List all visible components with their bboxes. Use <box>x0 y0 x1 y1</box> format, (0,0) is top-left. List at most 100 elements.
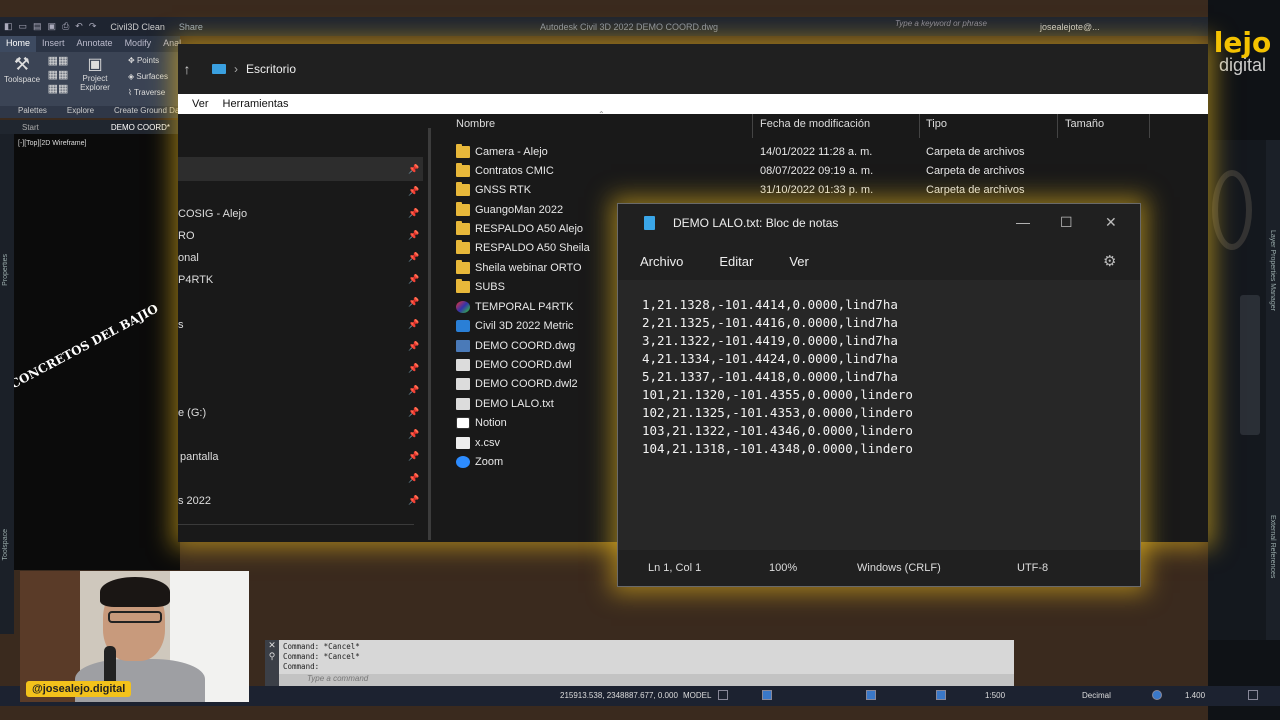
address-bar[interactable]: ↑ › Escritorio <box>178 44 1208 94</box>
command-line-handle[interactable]: ✕ ⚲ <box>265 640 279 686</box>
column-header-date[interactable]: Fecha de modificación <box>760 118 870 130</box>
menu-ver[interactable]: Ver <box>789 254 809 269</box>
user-account[interactable]: josealejote@... <box>1040 22 1100 32</box>
gear-icon[interactable]: ⚙ <box>1103 252 1116 270</box>
nav-item[interactable]: RO 📌 <box>178 227 423 247</box>
open-icon[interactable]: ▤ <box>33 21 42 32</box>
close-icon[interactable]: ✕ <box>1105 214 1117 231</box>
viewcube-icon[interactable] <box>1212 170 1252 250</box>
nav-item[interactable]: e (G:) 📌 <box>178 404 423 424</box>
fullscreen-icon[interactable] <box>1248 690 1258 700</box>
project-explorer-button[interactable]: ▣ Project Explorer <box>78 54 112 92</box>
nav-item[interactable]: 📌 <box>178 161 423 181</box>
surfaces-button[interactable]: ◈ Surfaces <box>128 72 168 81</box>
folder-icon <box>456 260 470 274</box>
redo-icon[interactable]: ↷ <box>89 21 97 32</box>
nav-item[interactable]: s 📌 <box>178 316 423 336</box>
toolspace-palette-tab[interactable]: Toolspace <box>2 529 9 561</box>
isolate-objects-icon[interactable] <box>1152 690 1162 700</box>
up-arrow-icon[interactable]: ↑ <box>178 61 196 77</box>
tab-annotate[interactable]: Annotate <box>71 36 119 52</box>
properties-palette-tab[interactable]: Properties <box>2 254 9 286</box>
maximize-icon[interactable]: ☐ <box>1060 214 1073 231</box>
csv-file-icon <box>456 437 470 449</box>
plot-icon[interactable]: ⎙ <box>62 21 69 32</box>
nav-item[interactable]: onal 📌 <box>178 249 423 269</box>
new-icon[interactable]: ▭ <box>19 21 28 32</box>
command-input[interactable]: Type a command <box>279 674 1014 686</box>
tab-demo-coord[interactable]: DEMO COORD* <box>105 123 176 132</box>
acad-search-input[interactable]: Type a keyword or phrase <box>895 19 1015 33</box>
nav-item[interactable]: 📌 <box>178 183 423 203</box>
column-header-type[interactable]: Tipo <box>926 118 947 130</box>
column-separator[interactable] <box>919 114 920 138</box>
screen: ◧ ▭ ▤ ▣ ⎙ ↶ ↷ Civil3D Clean Share Autode… <box>0 0 1280 720</box>
column-separator[interactable] <box>752 114 753 138</box>
file-row[interactable]: GNSS RTK 31/10/2022 01:33 p. m. Carpeta de… <box>448 181 1208 200</box>
zoom-icon <box>456 456 470 468</box>
share-button[interactable]: Share <box>179 22 203 32</box>
grid-icon[interactable] <box>718 690 728 700</box>
workspace-selector[interactable]: Civil3D Clean <box>110 22 165 32</box>
tab-home[interactable]: Home <box>0 36 37 52</box>
nav-item[interactable]: 📌 <box>178 360 423 380</box>
nav-item[interactable]: COSIG - Alejo 📌 <box>178 205 423 225</box>
column-header-name[interactable]: Nombre <box>456 118 495 130</box>
pane-splitter[interactable] <box>428 128 431 540</box>
drawing-viewport[interactable]: [-][Top][2D Wireframe] CONCRETOS DEL BAJ… <box>0 134 180 570</box>
model-space-toggle[interactable]: MODEL <box>683 691 711 700</box>
pin-icon: 📌 <box>408 495 420 505</box>
annotation-icon[interactable] <box>936 690 946 700</box>
menu-editar[interactable]: Editar <box>719 254 753 269</box>
file-row[interactable]: Contratos CMIC 08/07/2022 09:19 a. m. Carp… <box>448 162 1208 181</box>
nav-item[interactable]: 📌 <box>178 382 423 402</box>
minimize-icon[interactable]: — <box>1016 214 1030 230</box>
column-separator[interactable] <box>1149 114 1150 138</box>
units-selector[interactable]: Decimal <box>1082 691 1111 700</box>
status-line-ending: Windows (CRLF) <box>857 562 941 574</box>
notepad-window: DEMO LALO.txt: Bloc de notas — ☐ ✕ Archi… <box>617 203 1141 587</box>
nav-item[interactable]: s 2022 📌 <box>178 492 423 512</box>
viewport-controls[interactable]: [-][Top][2D Wireframe] <box>18 140 86 147</box>
panel-explore[interactable]: Explore <box>67 106 94 118</box>
civil3d-app-icon <box>456 320 470 332</box>
toolspace-button[interactable]: ⚒ Toolspace <box>4 54 40 84</box>
panel-palettes[interactable]: Palettes <box>18 106 47 118</box>
annotation-scale[interactable]: 1:500 <box>985 691 1005 700</box>
nav-item[interactable]: 📌 <box>178 338 423 358</box>
text-line: 104,21.1318,-101.4348,0.0000,lindero <box>642 441 913 456</box>
pin-icon: 📌 <box>408 363 420 373</box>
ortho-icon[interactable] <box>762 690 772 700</box>
navigation-pane: 📌 📌 COSIG - Alejo 📌 RO 📌 onal 📌 P4RTK 📌 📌 s 📌… <box>178 114 430 542</box>
microphone-icon <box>104 646 116 686</box>
text-line: 2,21.1325,-101.4416,0.0000,lind7ha <box>642 315 898 330</box>
menu-archivo[interactable]: Archivo <box>640 254 683 269</box>
menu-ver[interactable]: Ver <box>178 98 216 110</box>
save-icon[interactable]: ▣ <box>48 21 57 32</box>
column-header-size[interactable]: Tamaño <box>1065 118 1104 130</box>
palette-grid-icons[interactable]: ▦▦ ▦▦ ▦▦ <box>44 54 72 98</box>
file-row[interactable]: Camera - Alejo 14/01/2022 11:28 a. m. Carp… <box>448 143 1208 162</box>
address-location[interactable]: Escritorio <box>246 62 296 76</box>
tab-modify[interactable]: Modify <box>119 36 158 52</box>
navigation-bar[interactable] <box>1240 295 1260 435</box>
tab-insert[interactable]: Insert <box>36 36 71 52</box>
nav-item[interactable]: 📌 <box>178 470 423 490</box>
app-menu-icon[interactable]: ◧ <box>4 21 13 32</box>
undo-icon[interactable]: ↶ <box>75 21 83 32</box>
notepad-text-area[interactable]: 1,21.1328,-101.4414,0.0000,lind7ha 2,21.… <box>618 280 1140 550</box>
layer-properties-tab[interactable]: Layer Properties Manager <box>1269 230 1276 311</box>
selection-cycling-icon[interactable] <box>866 690 876 700</box>
external-references-tab[interactable]: External References <box>1269 515 1276 578</box>
nav-item[interactable]: 📌 <box>178 294 423 314</box>
tab-start[interactable]: Start <box>0 123 45 132</box>
traverse-button[interactable]: ⌇ Traverse <box>128 88 165 97</box>
nav-item[interactable]: P4RTK 📌 <box>178 271 423 291</box>
panel-create-ground[interactable]: Create Ground Da <box>114 106 179 118</box>
column-separator[interactable] <box>1057 114 1058 138</box>
nav-item[interactable]: 📌 <box>178 426 423 446</box>
nav-item[interactable]: pantalla 📌 <box>178 448 423 468</box>
menu-herramientas[interactable]: Herramientas <box>216 98 296 110</box>
text-line: 103,21.1322,-101.4346,0.0000,lindero <box>642 423 913 438</box>
points-button[interactable]: ✥ Points <box>128 56 159 65</box>
